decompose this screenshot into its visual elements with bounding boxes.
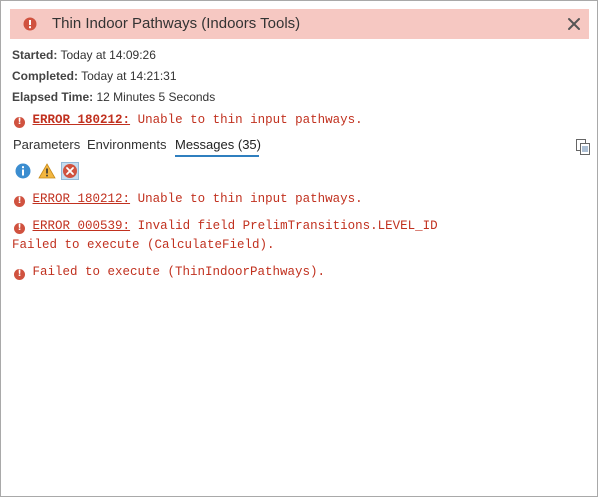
warning-filter-button[interactable] <box>38 162 56 180</box>
message-item: ! Failed to execute (ThinIndoorPathways)… <box>14 265 325 280</box>
message-code-link[interactable]: ERROR 180212: <box>33 192 131 206</box>
started-row: Started: Today at 14:09:26 <box>12 48 156 62</box>
elapsed-row: Elapsed Time: 12 Minutes 5 Seconds <box>12 90 215 104</box>
message-text: Invalid field PrelimTransitions.LEVEL_ID <box>137 219 438 233</box>
error-icon <box>23 17 37 36</box>
top-error-text: Unable to thin input pathways. <box>137 113 363 127</box>
info-icon <box>15 163 31 179</box>
top-error-code-link[interactable]: ERROR 180212: <box>33 113 131 127</box>
error-icon: ! <box>14 223 25 234</box>
top-error-line: ! ERROR 180212: Unable to thin input pat… <box>14 113 363 128</box>
completed-label: Completed: <box>12 69 78 83</box>
tab-messages[interactable]: Messages (35) <box>175 137 261 152</box>
started-label: Started: <box>12 48 58 62</box>
elapsed-label: Elapsed Time: <box>12 90 94 104</box>
copy-messages-button[interactable] <box>575 139 591 160</box>
copy-icon <box>576 139 590 155</box>
status-header: Thin Indoor Pathways (Indoors Tools) <box>10 9 589 39</box>
started-value: Today at 14:09:26 <box>60 48 156 62</box>
info-filter-button[interactable] <box>14 162 32 180</box>
close-icon <box>568 18 580 30</box>
active-tab-indicator <box>175 155 259 157</box>
elapsed-value: 12 Minutes 5 Seconds <box>96 90 216 104</box>
warning-icon <box>38 163 56 179</box>
error-icon: ! <box>14 117 25 128</box>
geoprocessing-details-panel: Thin Indoor Pathways (Indoors Tools) Sta… <box>0 0 598 497</box>
message-item: ! ERROR 180212: Unable to thin input pat… <box>14 192 363 207</box>
message-continuation: Failed to execute (CalculateField). <box>12 238 275 252</box>
completed-value: Today at 14:21:31 <box>81 69 177 83</box>
tab-environments[interactable]: Environments <box>87 137 166 152</box>
tool-title: Thin Indoor Pathways (Indoors Tools) <box>52 15 301 32</box>
close-button[interactable] <box>565 15 583 33</box>
message-item: ! ERROR 000539: Invalid field PrelimTran… <box>14 219 438 234</box>
tab-parameters[interactable]: Parameters <box>13 137 80 152</box>
completed-row: Completed: Today at 14:21:31 <box>12 69 177 83</box>
error-icon: ! <box>14 196 25 207</box>
message-text: Failed to execute (ThinIndoorPathways). <box>32 265 326 279</box>
message-code-link[interactable]: ERROR 000539: <box>33 219 131 233</box>
error-icon <box>63 164 77 178</box>
error-icon: ! <box>14 269 25 280</box>
message-text: Unable to thin input pathways. <box>137 192 363 206</box>
error-filter-button[interactable] <box>61 162 79 180</box>
